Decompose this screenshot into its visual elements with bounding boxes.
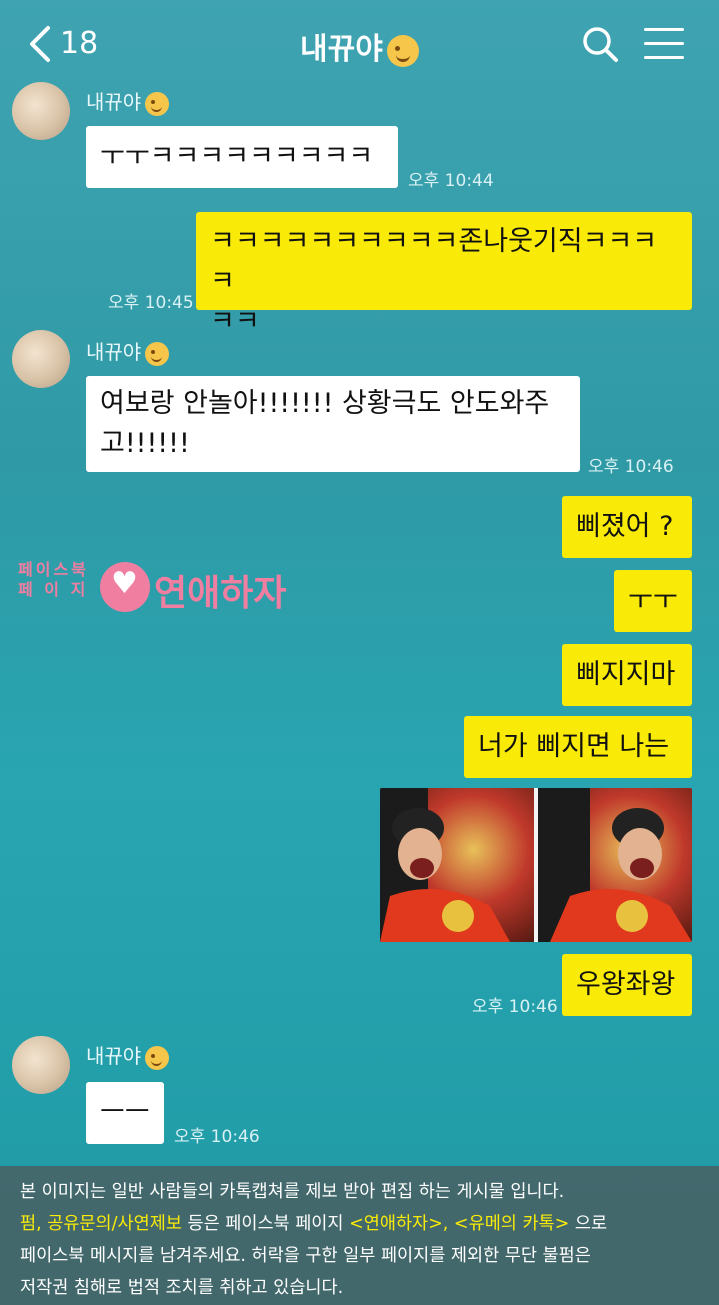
chat-title: 내뀨야 xyxy=(300,24,419,68)
facebook-page-watermark: 페이스북 페 이 지 연애하자 xyxy=(18,560,308,620)
message-time: 오후 10:44 xyxy=(408,171,494,191)
message-text-line: 고!!!!!! xyxy=(100,428,190,459)
chat-header: 18 내뀨야 xyxy=(0,0,719,88)
wink-emoji-icon xyxy=(145,91,170,116)
message-bubble-sent[interactable]: 삐졌어 ? xyxy=(562,496,692,558)
message-text-line: 여보랑 안놀아!!!!!!! 상황극도 안도와주 xyxy=(100,388,550,419)
message-time: 오후 10:46 xyxy=(174,1127,260,1147)
notice-line1: 본 이미지는 일반 사람들의 카톡캡쳐를 제보 받아 편집 하는 게시물 입니다… xyxy=(20,1182,565,1202)
sender-name: 내뀨야 xyxy=(86,336,170,366)
copyright-notice: 본 이미지는 일반 사람들의 카톡캡쳐를 제보 받아 편집 하는 게시물 입니다… xyxy=(0,1166,719,1305)
message-bubble-sent[interactable]: 삐지지마 xyxy=(562,644,692,706)
message-bubble-sent[interactable]: ㅜㅜ xyxy=(614,570,692,632)
message-bubble-received[interactable]: ㅜㅜㅋㅋㅋㅋㅋㅋㅋㅋㅋ xyxy=(86,126,398,188)
notice-line2: 펌, 공유문의/사연제보 등은 페이스북 페이지 <연애하자>, <유메의 카톡… xyxy=(20,1214,608,1234)
message-time: 오후 10:46 xyxy=(472,997,558,1017)
menu-icon[interactable] xyxy=(644,28,684,60)
wink-emoji-icon xyxy=(145,341,170,366)
image-message[interactable] xyxy=(380,788,692,942)
heart-icon xyxy=(100,562,150,612)
back-arrow-icon[interactable] xyxy=(22,22,58,66)
wink-emoji-icon xyxy=(386,34,419,67)
avatar[interactable] xyxy=(12,1036,70,1094)
message-bubble-received[interactable]: 여보랑 안놀아!!!!!!! 상황극도 안도와주 고!!!!!! xyxy=(86,376,580,472)
notice-line3: 페이스북 메시지를 남겨주세요. 허락을 구한 일부 페이지를 제외한 무단 불… xyxy=(20,1246,591,1266)
message-time: 오후 10:46 xyxy=(588,457,674,477)
unread-count[interactable]: 18 xyxy=(60,26,98,61)
avatar[interactable] xyxy=(12,82,70,140)
message-text-line: ㅋㅋㅋㅋㅋㅋㅋㅋㅋㅋ존나웃기직ㅋㅋㅋㅋ xyxy=(210,226,658,297)
search-icon[interactable] xyxy=(580,24,620,64)
watermark-brand: 연애하자 xyxy=(154,573,287,614)
notice-line4: 저작권 침해로 법적 조치를 취하고 있습니다. xyxy=(20,1278,344,1298)
sender-name: 내뀨야 xyxy=(86,86,170,116)
message-bubble-sent[interactable]: 우왕좌왕 xyxy=(562,954,692,1016)
message-time: 오후 10:45 xyxy=(108,293,194,313)
wink-emoji-icon xyxy=(145,1045,170,1070)
message-text-line: ㅋㅋ xyxy=(210,306,260,337)
message-bubble-received[interactable]: ㅡㅡ xyxy=(86,1082,164,1144)
message-bubble-sent[interactable]: 너가 삐지면 나는 xyxy=(464,716,692,778)
chat-title-text: 내뀨야 xyxy=(300,32,383,67)
costume-drama-image xyxy=(380,788,692,942)
sender-name: 내뀨야 xyxy=(86,1040,170,1070)
avatar[interactable] xyxy=(12,330,70,388)
message-bubble-sent[interactable]: ㅋㅋㅋㅋㅋㅋㅋㅋㅋㅋ존나웃기직ㅋㅋㅋㅋ ㅋㅋ xyxy=(196,212,692,337)
